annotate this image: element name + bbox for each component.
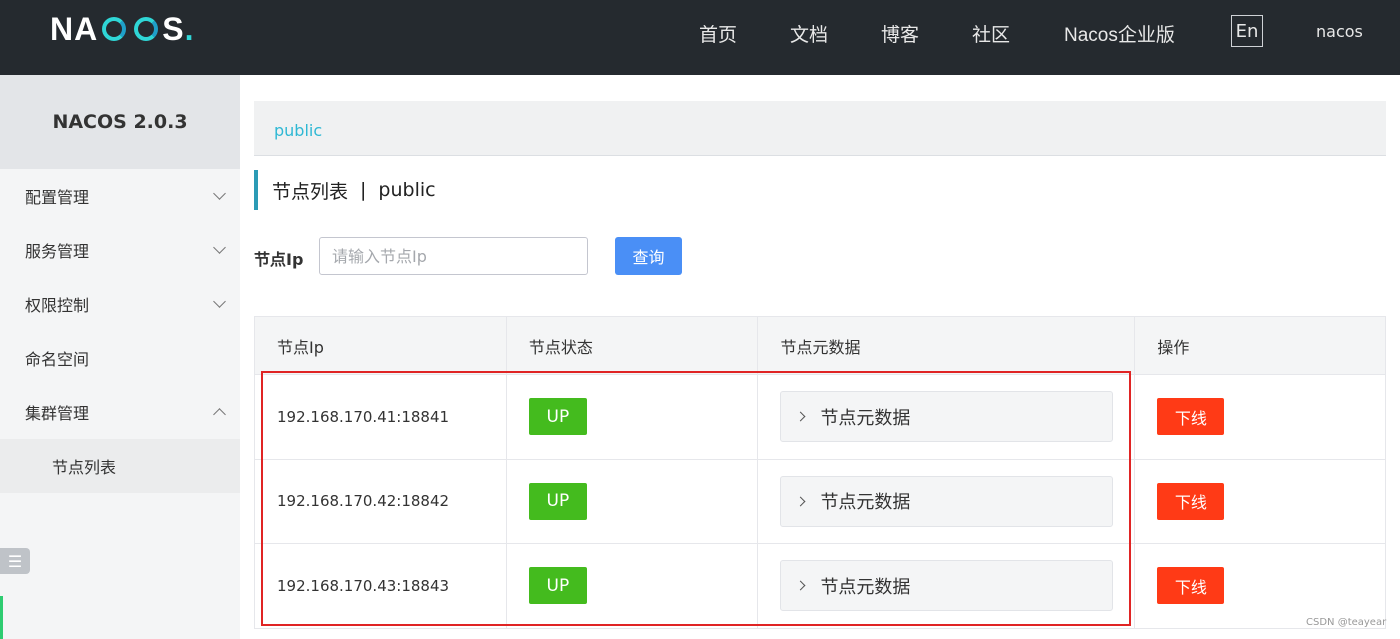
action-cell: 下线 — [1134, 543, 1386, 629]
chevron-right-icon — [795, 496, 806, 507]
chevron-down-icon — [213, 187, 226, 200]
sidebar-toggle-icon[interactable]: ☰ — [0, 548, 30, 574]
watermark: CSDN @teayear — [1306, 617, 1387, 628]
action-cell: 下线 — [1134, 374, 1386, 460]
logo-o-icon — [131, 14, 161, 44]
node-table: 节点Ip 节点状态 节点元数据 操作 192.168.170.41:18841 … — [254, 316, 1386, 629]
column-header-metadata: 节点元数据 — [757, 316, 1136, 375]
top-navbar: NA S. 首页 文档 博客 社区 Nacos企业版 En nacos — [0, 0, 1400, 75]
status-badge: UP — [528, 482, 587, 520]
node-ip-cell: 192.168.170.43:18843 — [254, 543, 507, 629]
chevron-right-icon — [795, 411, 806, 422]
namespace-bar: public — [254, 101, 1386, 156]
column-header-status: 节点状态 — [505, 316, 759, 375]
namespace-link-public[interactable]: public — [274, 121, 322, 140]
page-title-text: 节点列表 — [272, 180, 349, 203]
accent-bar — [0, 596, 3, 639]
sidebar-item-cluster[interactable]: 集群管理 — [0, 385, 240, 439]
user-name[interactable]: nacos — [1316, 22, 1363, 41]
nav-community[interactable]: 社区 — [972, 20, 1010, 47]
sidebar-item-namespace[interactable]: 命名空间 — [0, 331, 240, 385]
sidebar-title: NACOS 2.0.3 — [0, 75, 240, 169]
logo-letter-s: S — [162, 10, 185, 47]
query-button[interactable]: 查询 — [615, 237, 682, 275]
nav-enterprise[interactable]: Nacos企业版 — [1064, 20, 1175, 47]
sidebar-item-label: 命名空间 — [25, 350, 90, 369]
offline-button[interactable]: 下线 — [1157, 398, 1225, 436]
metadata-cell: 节点元数据 — [757, 374, 1136, 460]
node-ip-cell: 192.168.170.42:18842 — [254, 458, 507, 544]
nav-home[interactable]: 首页 — [699, 20, 737, 47]
sidebar-item-label: 集群管理 — [25, 404, 90, 423]
node-ip-label: 节点Ip — [254, 250, 304, 269]
table-row: 192.168.170.42:18842 UP 节点元数据 下线 — [254, 458, 1386, 544]
status-badge: UP — [528, 567, 587, 605]
sidebar-item-service[interactable]: 服务管理 — [0, 223, 240, 277]
node-ip-cell: 192.168.170.41:18841 — [254, 374, 507, 460]
sidebar-item-label: 权限控制 — [25, 296, 90, 315]
status-cell: UP — [505, 374, 759, 460]
language-switch-button[interactable]: En — [1231, 15, 1263, 47]
offline-button[interactable]: 下线 — [1157, 482, 1225, 520]
sidebar-item-label: 服务管理 — [25, 242, 90, 261]
metadata-expander[interactable]: 节点元数据 — [780, 475, 1114, 527]
page-title-namespace: public — [378, 179, 436, 201]
nav-docs[interactable]: 文档 — [790, 20, 828, 47]
sidebar-item-label: 配置管理 — [25, 188, 90, 207]
nav-blog[interactable]: 博客 — [881, 20, 919, 47]
chevron-right-icon — [795, 580, 806, 591]
metadata-cell: 节点元数据 — [757, 543, 1136, 629]
column-header-ip: 节点Ip — [254, 316, 507, 375]
sidebar-item-config[interactable]: 配置管理 — [0, 169, 240, 223]
sidebar: NACOS 2.0.3 配置管理 服务管理 权限控制 命名空间 集群管理 节点列… — [0, 75, 240, 639]
logo-dot: . — [184, 10, 195, 47]
metadata-expander[interactable]: 节点元数据 — [780, 391, 1114, 443]
chevron-up-icon — [213, 408, 226, 421]
nacos-logo[interactable]: NA S. — [50, 10, 195, 47]
table-row: 192.168.170.43:18843 UP 节点元数据 下线 — [254, 543, 1386, 629]
logo-letters-na: NA — [50, 10, 99, 47]
chevron-down-icon — [213, 241, 226, 254]
offline-button[interactable]: 下线 — [1157, 567, 1225, 605]
status-cell: UP — [505, 458, 759, 544]
sidebar-subitem-node-list[interactable]: 节点列表 — [0, 439, 240, 493]
metadata-cell: 节点元数据 — [757, 458, 1136, 544]
metadata-expander[interactable]: 节点元数据 — [780, 560, 1114, 612]
logo-c-icon — [99, 14, 129, 44]
chevron-down-icon — [213, 295, 226, 308]
node-ip-input[interactable] — [319, 237, 588, 275]
status-badge: UP — [528, 398, 587, 436]
action-cell: 下线 — [1134, 458, 1386, 544]
metadata-label: 节点元数据 — [820, 576, 911, 598]
page-title: 节点列表 | public — [254, 170, 436, 210]
metadata-label: 节点元数据 — [820, 492, 911, 514]
title-separator: | — [360, 179, 367, 201]
metadata-label: 节点元数据 — [820, 407, 911, 429]
status-cell: UP — [505, 543, 759, 629]
table-row: 192.168.170.41:18841 UP 节点元数据 下线 — [254, 374, 1386, 460]
column-header-action: 操作 — [1134, 316, 1386, 375]
sidebar-item-auth[interactable]: 权限控制 — [0, 277, 240, 331]
sidebar-subitem-label: 节点列表 — [52, 458, 117, 477]
table-header-row: 节点Ip 节点状态 节点元数据 操作 — [254, 316, 1386, 375]
